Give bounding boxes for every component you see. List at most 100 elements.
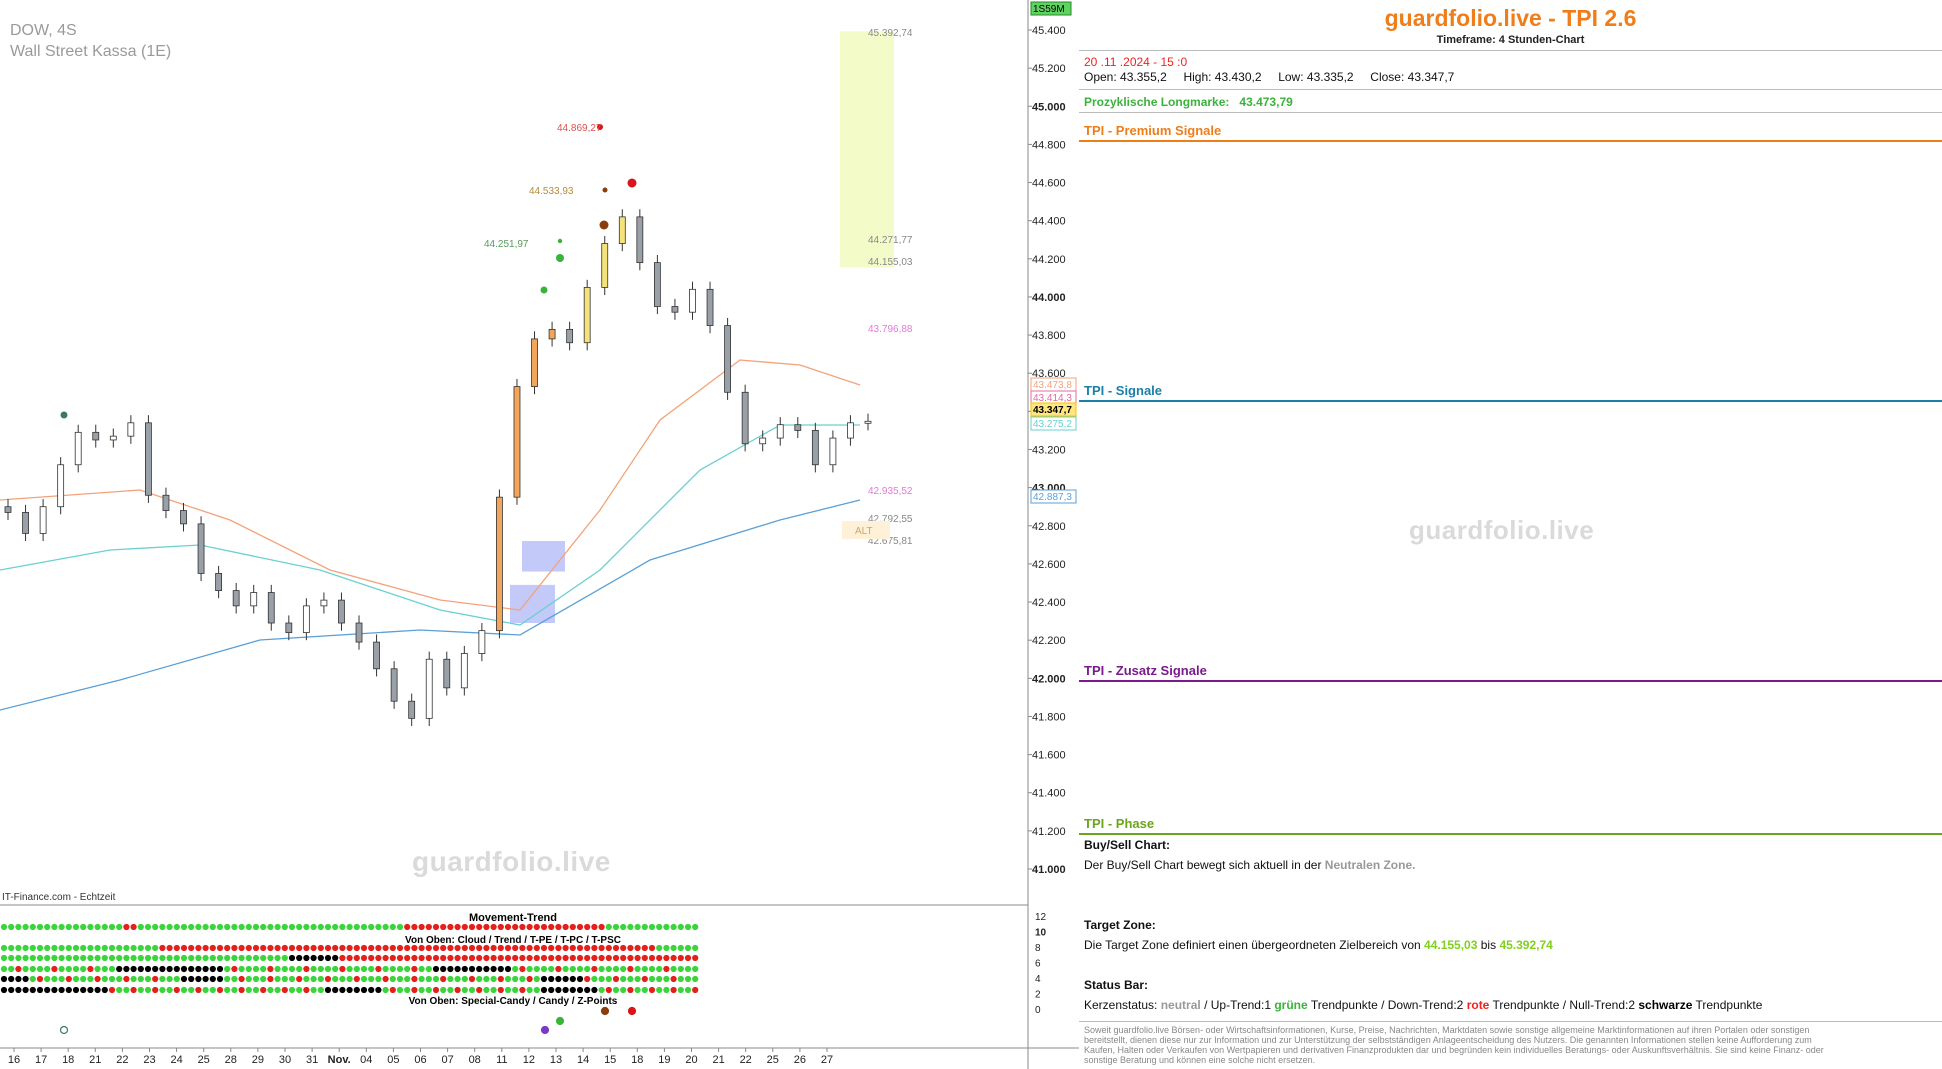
trend-dot — [389, 975, 396, 983]
trend-dot — [22, 975, 29, 983]
trend-dot — [173, 965, 180, 973]
trend-dot — [94, 954, 101, 962]
trend-dot — [476, 986, 483, 994]
trend-dot — [8, 944, 15, 952]
trend-dot — [195, 975, 202, 983]
trend-dot — [692, 965, 699, 973]
trend-dot — [375, 944, 382, 952]
osc-tick-label: 4 — [1035, 974, 1041, 985]
trend-dot — [281, 944, 288, 952]
trend-dot — [454, 986, 461, 994]
trend-dot — [677, 986, 684, 994]
trend-dot — [238, 954, 245, 962]
candle-body — [811, 430, 819, 466]
trend-dot — [562, 923, 569, 931]
trend-dot — [231, 965, 238, 973]
trend-dot — [51, 923, 58, 931]
divider — [1079, 89, 1942, 90]
trend-dot — [317, 986, 324, 994]
target-zone — [840, 31, 894, 268]
trend-dot — [22, 944, 29, 952]
trend-dot — [288, 975, 296, 983]
candle-body — [566, 328, 574, 344]
trend-dot — [432, 944, 440, 952]
trend-dot — [346, 923, 353, 931]
trend-dot — [504, 986, 512, 994]
trend-dot — [670, 954, 677, 962]
x-tick-label: 18 — [62, 1054, 74, 1066]
cloud-title: Von Oben: Cloud / Trend / T-PE / T-PC / … — [405, 935, 621, 946]
symbol-subtitle: Wall Street Kassa (1E) — [10, 43, 172, 60]
trend-dot — [490, 954, 497, 962]
trend-dot — [454, 954, 461, 962]
trend-dot — [483, 923, 490, 931]
trend-dot — [152, 965, 159, 973]
trend-dot — [245, 944, 252, 952]
x-tick-label: 08 — [469, 1054, 481, 1066]
trend-dot — [94, 986, 101, 994]
trend-dot — [627, 923, 634, 931]
trend-dot — [555, 975, 562, 983]
trend-dot — [94, 923, 101, 931]
trend-dot — [137, 944, 144, 952]
trend-dot — [159, 965, 166, 973]
trend-dot — [677, 965, 684, 973]
trend-dot — [267, 975, 274, 983]
candle-body — [671, 306, 679, 313]
trend-dot — [8, 954, 15, 962]
trend-dot — [425, 923, 432, 931]
trend-dot — [15, 923, 22, 931]
trend-dot — [152, 954, 159, 962]
trend-dot — [425, 965, 432, 973]
trend-dot — [411, 965, 418, 973]
x-tick-label: 29 — [252, 1054, 264, 1066]
trend-dot — [418, 975, 425, 983]
y-tick-label: 45.400 — [1032, 25, 1066, 37]
trend-dot — [404, 986, 411, 994]
trend-dot — [605, 923, 612, 931]
y-tick-label: 41.600 — [1032, 750, 1066, 762]
trend-dot — [339, 975, 346, 983]
trend-dot — [65, 923, 72, 931]
trend-dot — [324, 965, 332, 973]
trend-dot — [519, 965, 526, 973]
trend-dot — [512, 954, 519, 962]
trend-dot — [533, 954, 540, 962]
high-label: High: — [1183, 70, 1212, 84]
alt-label: ALT — [855, 526, 873, 537]
trend-dot — [627, 975, 634, 983]
target-desc: Die Target Zone definiert einen übergeor… — [1084, 938, 1421, 952]
trend-dot — [684, 923, 692, 931]
target-to: 45.392,74 — [1499, 938, 1553, 952]
trend-dot — [245, 923, 252, 931]
trend-dot — [22, 954, 29, 962]
trend-dot — [101, 923, 108, 931]
trend-dot — [569, 944, 576, 952]
trend-dot — [634, 923, 641, 931]
trend-dot — [44, 965, 51, 973]
trend-dot — [87, 986, 94, 994]
trend-dot — [123, 975, 130, 983]
trend-dot — [540, 944, 548, 952]
trend-dot — [15, 986, 22, 994]
trend-dot — [15, 965, 22, 973]
trend-dot — [252, 975, 260, 983]
status-p4: Trendpunkte / Null-Trend:2 — [1492, 998, 1635, 1012]
high-value: 43.430,2 — [1214, 70, 1262, 84]
trend-dot — [504, 954, 512, 962]
trend-dot — [411, 975, 418, 983]
trend-dot — [144, 923, 152, 931]
trend-dot — [526, 954, 533, 962]
trend-dot — [195, 965, 202, 973]
candlestick-chart[interactable]: 45.400 45.200 45.000 44.800 44.600 44.400 44.2… — [0, 0, 1079, 1069]
trend-dot — [389, 954, 396, 962]
chart-pane[interactable]: 45.400 45.200 45.000 44.800 44.600 44.400 44.2… — [0, 0, 1079, 1069]
trend-dot — [180, 944, 188, 952]
y-tick-label: 44.600 — [1032, 178, 1066, 190]
trend-dot — [29, 923, 36, 931]
trend-dot — [663, 975, 670, 983]
trend-dot — [548, 965, 555, 973]
osc-tick-label: 10 — [1035, 928, 1047, 939]
trend-dot — [476, 954, 483, 962]
trend-dot — [144, 954, 152, 962]
